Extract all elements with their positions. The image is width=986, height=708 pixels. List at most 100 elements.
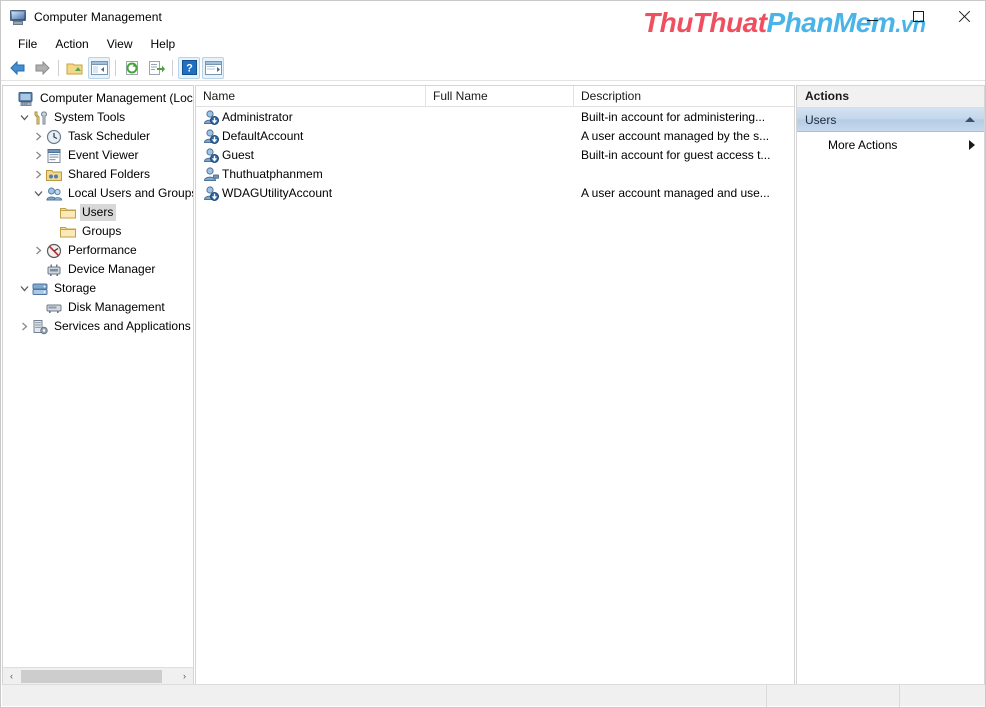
tree-node-label: Task Scheduler xyxy=(68,129,151,143)
chevron-right-icon[interactable] xyxy=(31,127,46,146)
tree-node-local-users-and-groups[interactable]: Local Users and Groups xyxy=(3,184,193,203)
tree-node-users[interactable]: Users xyxy=(3,203,193,222)
users-groups-icon xyxy=(46,186,62,202)
svg-text:?: ? xyxy=(186,63,193,75)
menu-bar: File Action View Help xyxy=(1,33,985,55)
chevron-down-icon[interactable] xyxy=(17,108,32,127)
table-row[interactable]: Administrator Built-in account for admini… xyxy=(196,107,794,126)
tree-node-shared-folders[interactable]: Shared Folders xyxy=(3,165,193,184)
users-list-body: Administrator Built-in account for admini… xyxy=(196,107,794,202)
tree-node-label: Device Manager xyxy=(68,262,156,276)
tree-horizontal-scrollbar[interactable]: ‹ › xyxy=(3,667,193,684)
more-actions-item[interactable]: More Actions xyxy=(797,134,984,156)
performance-icon xyxy=(46,243,62,259)
tree-twist-spacer xyxy=(31,298,46,317)
menu-item-view[interactable]: View xyxy=(98,35,142,53)
user-name-label: WDAGUtilityAccount xyxy=(222,185,333,200)
tree-node-computer-management-local[interactable]: Computer Management (Local xyxy=(3,89,193,108)
table-row[interactable]: WDAGUtilityAccount A user account managed… xyxy=(196,183,794,202)
computer-icon xyxy=(10,9,26,25)
storage-icon xyxy=(32,281,48,297)
back-icon[interactable] xyxy=(7,57,29,79)
cell-name: Thuthuatphanmem xyxy=(196,166,426,182)
tree-node-disk-management[interactable]: Disk Management xyxy=(3,298,193,317)
tree-node-event-viewer[interactable]: Event Viewer xyxy=(3,146,193,165)
list-column-headers: Name Full Name Description xyxy=(196,86,794,107)
tree-node-services-and-applications[interactable]: Services and Applications xyxy=(3,317,193,336)
menu-item-action[interactable]: Action xyxy=(46,35,97,53)
chevron-right-icon[interactable] xyxy=(31,146,46,165)
user-icon xyxy=(203,166,219,182)
refresh-icon[interactable] xyxy=(121,57,143,79)
table-row[interactable]: DefaultAccount A user account managed by … xyxy=(196,126,794,145)
tree-node-label: Computer Management (Local xyxy=(40,91,193,105)
actions-pane: Actions Users More Actions xyxy=(796,85,985,685)
help-icon[interactable]: ? xyxy=(178,56,200,79)
user-name-label: Administrator xyxy=(222,109,293,124)
tree-node-label: Disk Management xyxy=(68,300,165,314)
actions-group-users[interactable]: Users xyxy=(797,108,984,132)
chevron-down-icon[interactable] xyxy=(17,279,32,298)
tree-node-task-scheduler[interactable]: Task Scheduler xyxy=(3,127,193,146)
toolbar-separator xyxy=(58,59,59,76)
column-header-full-name[interactable]: Full Name xyxy=(426,86,574,107)
close-icon xyxy=(958,11,970,23)
services-icon xyxy=(32,319,48,335)
tools-icon xyxy=(32,110,48,126)
minimize-button[interactable] xyxy=(849,1,895,32)
disk-icon xyxy=(46,300,62,316)
tree-node-device-manager[interactable]: Device Manager xyxy=(3,260,193,279)
tree-node-label: Performance xyxy=(68,243,137,257)
maximize-button[interactable] xyxy=(895,1,941,32)
toolbar-separator xyxy=(115,59,116,76)
column-header-description[interactable]: Description xyxy=(574,86,793,107)
status-bar xyxy=(2,684,985,707)
close-button[interactable] xyxy=(941,1,985,32)
chevron-up-icon[interactable] xyxy=(965,117,975,122)
forward-icon[interactable] xyxy=(31,57,53,79)
up-folder-icon[interactable] xyxy=(64,57,86,79)
user-disabled-icon xyxy=(203,147,219,163)
console-tree: Computer Management (Local System Tools Ta… xyxy=(3,86,193,667)
tree-node-performance[interactable]: Performance xyxy=(3,241,193,260)
chevron-down-icon[interactable] xyxy=(31,184,46,203)
more-actions-label: More Actions xyxy=(828,138,898,152)
computer-management-window: Computer Management ThuThuatPhanMem.vn F… xyxy=(0,0,986,708)
tree-node-label: System Tools xyxy=(54,110,126,124)
scroll-right-arrow-icon[interactable]: › xyxy=(176,668,193,684)
scroll-left-arrow-icon[interactable]: ‹ xyxy=(3,668,20,684)
chevron-right-icon[interactable] xyxy=(31,241,46,260)
tree-node-label: Shared Folders xyxy=(68,167,151,181)
export-list-icon[interactable] xyxy=(145,57,167,79)
device-manager-icon xyxy=(46,262,62,278)
show-action-pane-icon[interactable] xyxy=(202,56,224,79)
folder-icon xyxy=(60,224,76,240)
tree-node-groups[interactable]: Groups xyxy=(3,222,193,241)
cell-description: Built-in account for guest access t... xyxy=(581,147,771,162)
user-name-label: Thuthuatphanmem xyxy=(222,166,323,181)
column-header-name[interactable]: Name xyxy=(196,86,426,107)
tree-node-label: Local Users and Groups xyxy=(68,186,193,200)
show-hide-console-tree-icon[interactable] xyxy=(88,56,110,79)
tree-twist-spacer xyxy=(3,89,18,108)
status-pane-2 xyxy=(767,684,900,707)
menu-item-help[interactable]: Help xyxy=(142,35,185,53)
chevron-right-icon[interactable] xyxy=(31,165,46,184)
status-pane-1 xyxy=(2,684,767,707)
table-row[interactable]: Thuthuatphanmem xyxy=(196,164,794,183)
chevron-right-icon[interactable] xyxy=(17,317,32,336)
table-row[interactable]: Guest Built-in account for guest access t… xyxy=(196,145,794,164)
tree-node-label: Users xyxy=(80,204,117,221)
cell-name: Administrator xyxy=(196,109,426,125)
tree-node-system-tools[interactable]: System Tools xyxy=(3,108,193,127)
cell-name: WDAGUtilityAccount xyxy=(196,185,426,201)
tree-node-storage[interactable]: Storage xyxy=(3,279,193,298)
console-tree-pane: Computer Management (Local System Tools Ta… xyxy=(2,85,194,685)
folder-icon xyxy=(60,205,76,221)
shared-folder-icon xyxy=(46,167,62,183)
user-disabled-icon xyxy=(203,128,219,144)
menu-item-file[interactable]: File xyxy=(9,35,46,53)
event-viewer-icon xyxy=(46,148,62,164)
maximize-icon xyxy=(912,11,924,22)
scrollbar-thumb[interactable] xyxy=(21,669,162,683)
